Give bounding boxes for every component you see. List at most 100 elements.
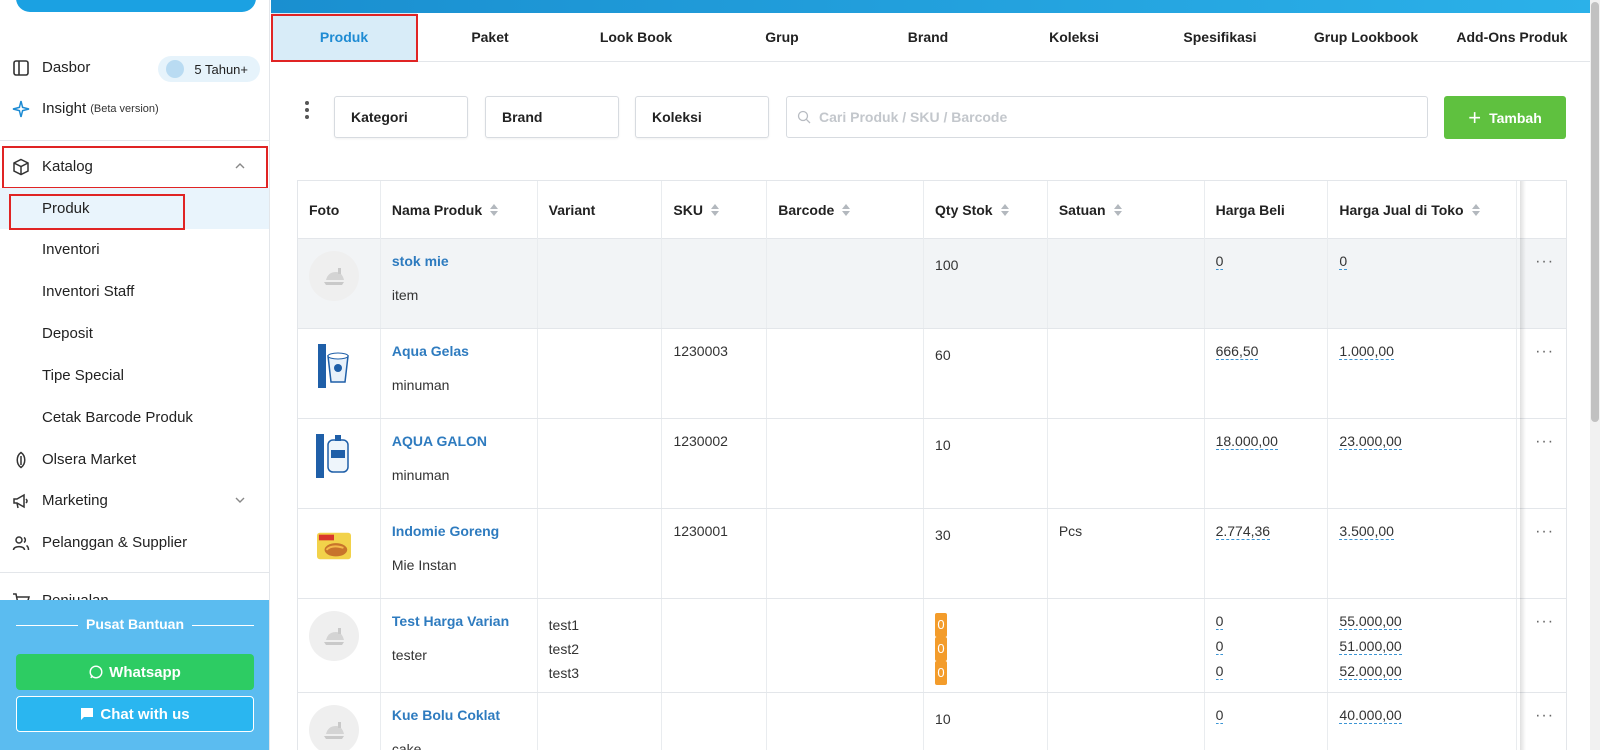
price-value[interactable]: 40.000,00 xyxy=(1339,707,1402,724)
cell-foto[interactable] xyxy=(298,599,381,692)
col-harga-jual[interactable]: Harga Jual di Toko xyxy=(1328,181,1518,239)
product-name-link[interactable]: Test Harga Varian xyxy=(392,613,526,629)
tab-spesifikasi[interactable]: Spesifikasi xyxy=(1147,13,1293,61)
col-nama-produk[interactable]: Nama Produk xyxy=(381,181,538,239)
table-row[interactable]: Aqua Gelas minuman 1230003 60 666,50 1.000,00… xyxy=(298,329,1566,419)
sidebar-item-pelanggan-supplier[interactable]: Pelanggan & Supplier xyxy=(0,522,269,563)
product-photo[interactable] xyxy=(309,611,359,661)
sort-icon[interactable] xyxy=(1113,204,1122,216)
price-value[interactable]: 0 xyxy=(1215,253,1224,270)
sidebar-item-inventori[interactable]: Inventori xyxy=(0,229,269,270)
tab-look-book[interactable]: Look Book xyxy=(563,13,709,61)
row-menu-icon[interactable]: ··· xyxy=(1535,253,1554,271)
search-input[interactable] xyxy=(819,109,1399,125)
tab-brand[interactable]: Brand xyxy=(855,13,1001,61)
price-value[interactable]: 51.000,00 xyxy=(1339,638,1402,655)
price-value[interactable]: 0 xyxy=(1215,613,1224,630)
cell-satuan xyxy=(1048,329,1205,418)
leaf-icon xyxy=(12,451,30,469)
more-options-icon[interactable] xyxy=(304,101,310,119)
cell-foto[interactable] xyxy=(298,239,381,328)
sidebar-item-insight[interactable]: Insight (Beta version) xyxy=(0,88,269,129)
sort-icon[interactable] xyxy=(490,204,499,216)
brand-filter[interactable]: Brand xyxy=(485,96,619,138)
subscription-badge[interactable]: 5 Tahun+ xyxy=(158,56,260,82)
tab-paket[interactable]: Paket xyxy=(417,13,563,61)
row-menu-icon[interactable]: ··· xyxy=(1535,707,1554,725)
row-menu-icon[interactable]: ··· xyxy=(1535,433,1554,451)
product-photo[interactable] xyxy=(309,341,359,391)
cell-foto[interactable] xyxy=(298,693,381,750)
table-row[interactable]: AQUA GALON minuman 1230002 10 18.000,00 23.00… xyxy=(298,419,1566,509)
product-photo[interactable] xyxy=(309,705,359,750)
product-name-link[interactable]: Kue Bolu Coklat xyxy=(392,707,526,723)
sidebar-item-produk[interactable]: Produk xyxy=(0,188,269,229)
price-value[interactable]: 3.500,00 xyxy=(1339,523,1394,540)
tab-koleksi[interactable]: Koleksi xyxy=(1001,13,1147,61)
tab-produk[interactable]: Produk xyxy=(271,13,417,61)
tab-grup-lookbook[interactable]: Grup Lookbook xyxy=(1293,13,1439,61)
table-row[interactable]: Kue Bolu Coklat cake 10 0 40.000,00 ··· xyxy=(298,693,1566,750)
row-menu-icon[interactable]: ··· xyxy=(1535,343,1554,361)
cell-nama-produk: Kue Bolu Coklat cake xyxy=(381,693,538,750)
kategori-filter[interactable]: Kategori xyxy=(334,96,468,138)
cell-foto[interactable] xyxy=(298,419,381,508)
price-value[interactable]: 23.000,00 xyxy=(1339,433,1402,450)
sort-icon[interactable] xyxy=(1471,204,1480,216)
col-qty-stok[interactable]: Qty Stok xyxy=(924,181,1048,239)
koleksi-filter[interactable]: Koleksi xyxy=(635,96,769,138)
sidebar-item-olsera-market[interactable]: Olsera Market xyxy=(0,439,269,480)
table-row[interactable]: Test Harga Varian tester test1 test2 test3 0 0… xyxy=(298,599,1566,693)
price-value[interactable]: 0 xyxy=(1215,663,1224,680)
sidebar: Dasbor 5 Tahun+ Insight (Beta version) K… xyxy=(0,0,270,750)
price-value[interactable]: 18.000,00 xyxy=(1215,433,1278,450)
price-value[interactable]: 0 xyxy=(1339,253,1348,270)
col-satuan[interactable]: Satuan xyxy=(1048,181,1205,239)
sidebar-item-marketing[interactable]: Marketing xyxy=(0,480,269,521)
row-menu-icon[interactable]: ··· xyxy=(1535,523,1554,541)
price-value[interactable]: 52.000,00 xyxy=(1339,663,1402,680)
page-scrollbar[interactable] xyxy=(1590,0,1600,750)
price-value[interactable]: 2.774,36 xyxy=(1215,523,1271,540)
chat-button[interactable]: Chat with us xyxy=(16,696,254,732)
product-name-link[interactable]: Indomie Goreng xyxy=(392,523,526,539)
col-sku[interactable]: SKU xyxy=(662,181,768,239)
product-name-link[interactable]: AQUA GALON xyxy=(392,433,526,449)
qty-value: 100 xyxy=(935,257,959,273)
cell-qty-stok: 100 xyxy=(924,239,1048,328)
cell-foto[interactable] xyxy=(298,329,381,418)
table-row[interactable]: Indomie Goreng Mie Instan 1230001 30 Pcs 2.77… xyxy=(298,509,1566,599)
tab-add-ons-produk[interactable]: Add-Ons Produk xyxy=(1439,13,1585,61)
product-photo[interactable] xyxy=(309,521,359,571)
price-value[interactable]: 666,50 xyxy=(1215,343,1259,360)
cell-foto[interactable] xyxy=(298,509,381,598)
tab-grup[interactable]: Grup xyxy=(709,13,855,61)
product-name-link[interactable]: stok mie xyxy=(392,253,526,269)
sidebar-item-deposit[interactable]: Deposit xyxy=(0,313,269,354)
cell-sku xyxy=(662,693,768,750)
add-product-button[interactable]: + Tambah xyxy=(1444,96,1566,139)
whatsapp-button[interactable]: Whatsapp xyxy=(16,654,254,690)
sidebar-item-label: Dasbor xyxy=(42,59,91,76)
product-search[interactable] xyxy=(786,96,1428,138)
table-row[interactable]: stok mie item 100 0 0 ··· xyxy=(298,239,1566,329)
row-menu-icon[interactable]: ··· xyxy=(1535,613,1554,631)
sidebar-top-button[interactable] xyxy=(16,0,256,12)
price-value[interactable]: 1.000,00 xyxy=(1339,343,1394,360)
sort-icon[interactable] xyxy=(1000,204,1009,216)
sort-icon[interactable] xyxy=(842,204,851,216)
cell-qty-stok: 000 xyxy=(924,599,1048,692)
sidebar-item-katalog[interactable]: Katalog xyxy=(0,146,269,187)
price-value[interactable]: 0 xyxy=(1215,638,1224,655)
price-value[interactable]: 0 xyxy=(1215,707,1224,724)
sidebar-item-tipe-special[interactable]: Tipe Special xyxy=(0,355,269,396)
sidebar-item-cetak-barcode[interactable]: Cetak Barcode Produk xyxy=(0,397,269,438)
sidebar-item-inventori-staff[interactable]: Inventori Staff xyxy=(0,271,269,312)
product-photo[interactable] xyxy=(309,251,359,301)
sort-icon[interactable] xyxy=(710,204,719,216)
price-value[interactable]: 55.000,00 xyxy=(1339,613,1402,630)
product-photo[interactable] xyxy=(309,431,359,481)
sidebar-item-dasbor[interactable]: Dasbor 5 Tahun+ xyxy=(0,47,269,88)
product-name-link[interactable]: Aqua Gelas xyxy=(392,343,526,359)
col-barcode[interactable]: Barcode xyxy=(767,181,925,239)
